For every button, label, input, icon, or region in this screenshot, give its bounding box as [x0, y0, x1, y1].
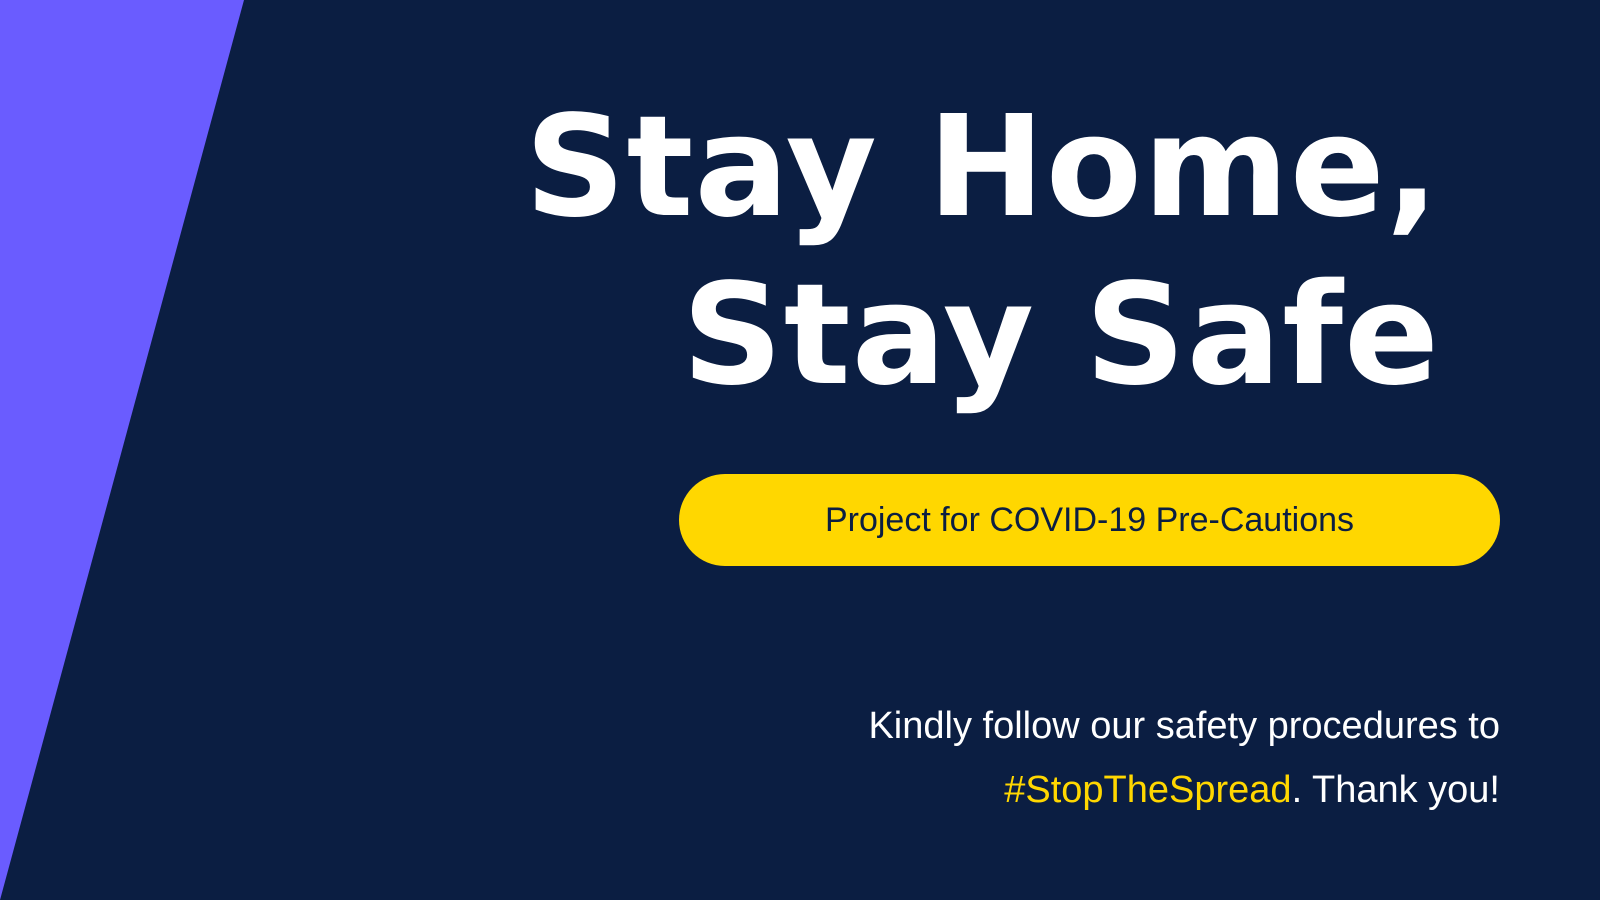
headline-line-2: Stay Safe: [681, 254, 1440, 417]
project-pill: Project for COVID-19 Pre-Cautions: [679, 474, 1500, 566]
message-line-2-suffix: . Thank you!: [1291, 769, 1500, 811]
project-pill-label: Project for COVID-19 Pre-Cautions: [824, 500, 1355, 539]
headline-line-1: Stay Home,: [524, 86, 1440, 249]
message-line-2: #StopTheSpread. Thank you!: [740, 758, 1500, 822]
slide: Stay Home, Stay Safe Project for COVID-1…: [0, 0, 1600, 900]
hashtag-stop-the-spread: #StopTheSpread: [1004, 769, 1292, 811]
message-line-1: Kindly follow our safety procedures to: [868, 705, 1500, 747]
accent-polygon: [0, 0, 244, 900]
headline: Stay Home, Stay Safe: [525, 84, 1440, 420]
message: Kindly follow our safety procedures to #…: [740, 694, 1500, 822]
